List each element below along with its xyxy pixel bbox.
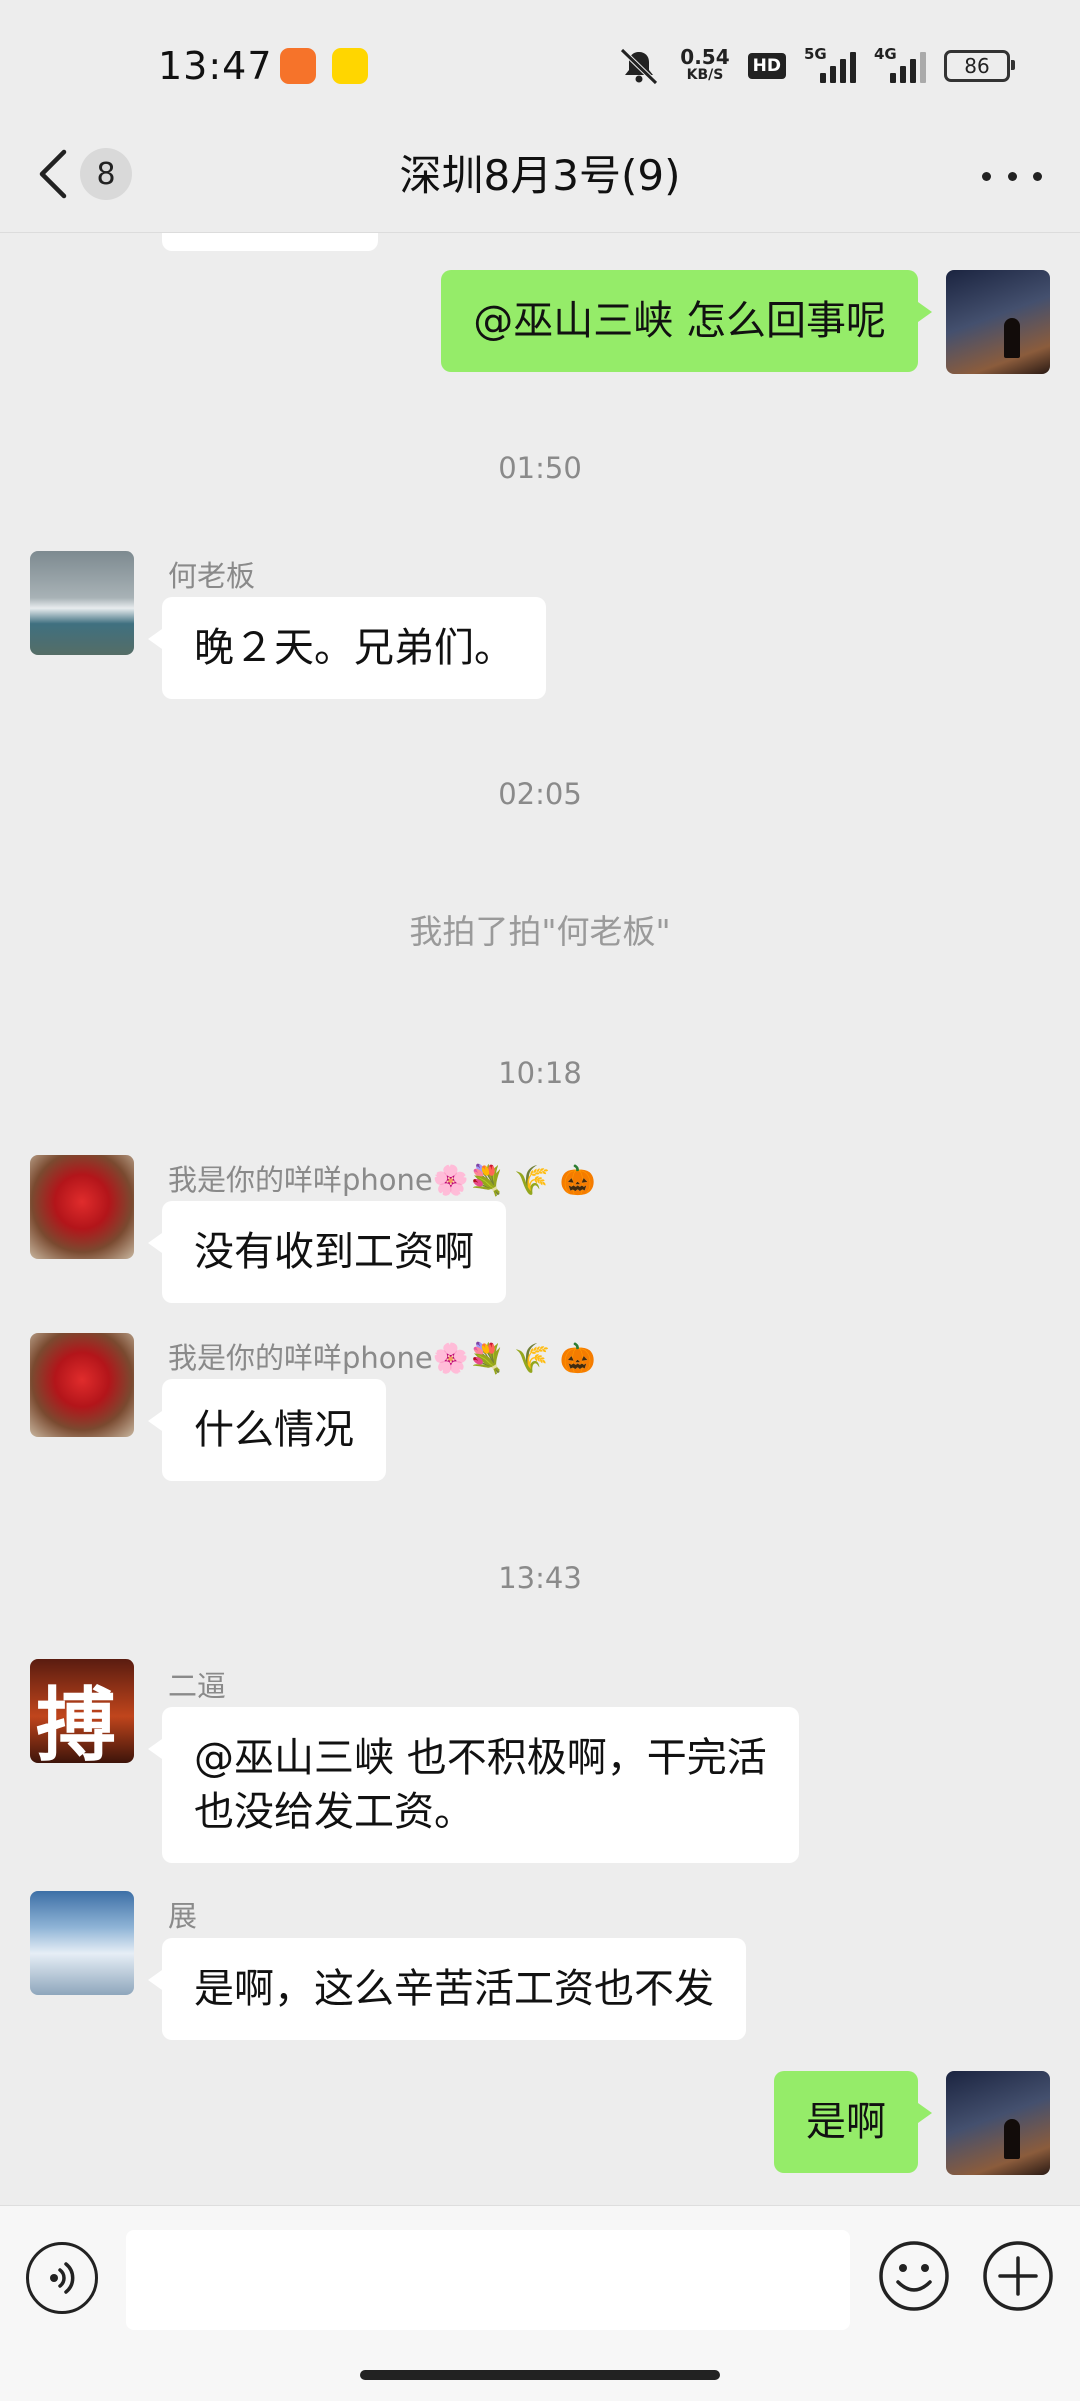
message-line: @巫山三峡 也不积极啊，干完活 xyxy=(194,1735,767,1781)
dot-icon xyxy=(1033,171,1042,181)
chat-header: 8 深圳8月3号(9) xyxy=(0,120,1080,233)
status-icons: 0.54 KB/S HD 5G 4G 86 xyxy=(616,45,1015,86)
status-bar: 13:47 0.54 KB/S HD 5G 4G 86 xyxy=(0,0,1080,130)
sender-avatar[interactable] xyxy=(30,1155,134,1259)
time-separator: 02:05 xyxy=(498,777,582,811)
more-options-button[interactable] xyxy=(982,154,1042,198)
input-bar xyxy=(0,2205,1080,2401)
my-avatar[interactable] xyxy=(946,2071,1050,2175)
time-separator: 10:18 xyxy=(498,1056,582,1090)
sender-avatar[interactable]: 搏 xyxy=(30,1659,134,1763)
dot-icon xyxy=(1007,171,1017,181)
emoji-button[interactable] xyxy=(878,2240,950,2312)
plus-button[interactable] xyxy=(982,2240,1054,2312)
incoming-message-bubble[interactable]: 晚２天。兄弟们。 xyxy=(148,597,546,699)
incoming-message-bubble[interactable]: 没有收到工资啊 xyxy=(148,1201,506,1303)
pat-system-message: 我拍了拍"何老板" xyxy=(409,912,671,951)
sender-name: 展 xyxy=(168,1899,198,1933)
avatar-calligraphy: 搏 xyxy=(36,1678,116,1763)
network-speed-value: 0.54 xyxy=(680,45,730,69)
incoming-message-bubble[interactable]: @巫山三峡 也不积极啊，干完活 也没给发工资。 xyxy=(148,1707,799,1863)
message-list[interactable]: @巫山三峡 怎么回事呢 01:50 何老板 晚２天。兄弟们。 02:05 我拍了… xyxy=(0,233,1080,2205)
voice-input-button[interactable] xyxy=(26,2242,98,2314)
voice-icon xyxy=(50,2262,75,2294)
orange-app-icon xyxy=(280,48,316,84)
chat-title: 深圳8月3号(9) xyxy=(399,151,681,200)
my-avatar[interactable] xyxy=(946,270,1050,374)
signal-icon-2: 4G xyxy=(874,45,926,83)
signal-4g-label: 4G xyxy=(874,45,897,63)
battery-icon: 86 xyxy=(944,50,1015,82)
battery-level: 86 xyxy=(964,54,990,78)
time-separator: 01:50 xyxy=(498,451,582,485)
signal-5g-label: 5G xyxy=(804,45,827,63)
yellow-app-icon xyxy=(332,48,368,84)
incoming-message-bubble[interactable]: 什么情况 xyxy=(148,1379,386,1481)
dot-icon xyxy=(982,171,991,181)
sender-avatar[interactable] xyxy=(30,1333,134,1437)
hd-badge: HD xyxy=(747,53,786,79)
sender-avatar[interactable] xyxy=(30,1891,134,1995)
outgoing-message-bubble[interactable]: 是啊 xyxy=(774,2071,932,2173)
network-speed: 0.54 KB/S xyxy=(680,45,730,84)
outgoing-message-bubble[interactable]: @巫山三峡 怎么回事呢 xyxy=(441,270,932,372)
sender-name: 我是你的咩咩phone🌸💐 🌾 🎃 xyxy=(168,1341,596,1375)
sender-name: 何老板 xyxy=(168,559,256,593)
home-indicator[interactable] xyxy=(360,2370,720,2380)
sender-avatar[interactable] xyxy=(30,551,134,655)
network-speed-unit: KB/S xyxy=(686,67,724,83)
time-separator: 13:43 xyxy=(498,1561,582,1595)
status-time: 13:47 xyxy=(158,44,273,88)
mute-bell-icon xyxy=(620,48,659,85)
previous-message-bubble[interactable] xyxy=(162,233,378,251)
incoming-message-bubble[interactable]: 是啊，这么辛苦活工资也不发 xyxy=(148,1938,746,2040)
sender-name: 二逼 xyxy=(168,1669,227,1703)
message-line: 也没给发工资。 xyxy=(194,1789,474,1835)
sender-name: 我是你的咩咩phone🌸💐 🌾 🎃 xyxy=(168,1163,596,1197)
message-input[interactable] xyxy=(126,2230,850,2330)
signal-icon: 5G xyxy=(804,45,856,83)
